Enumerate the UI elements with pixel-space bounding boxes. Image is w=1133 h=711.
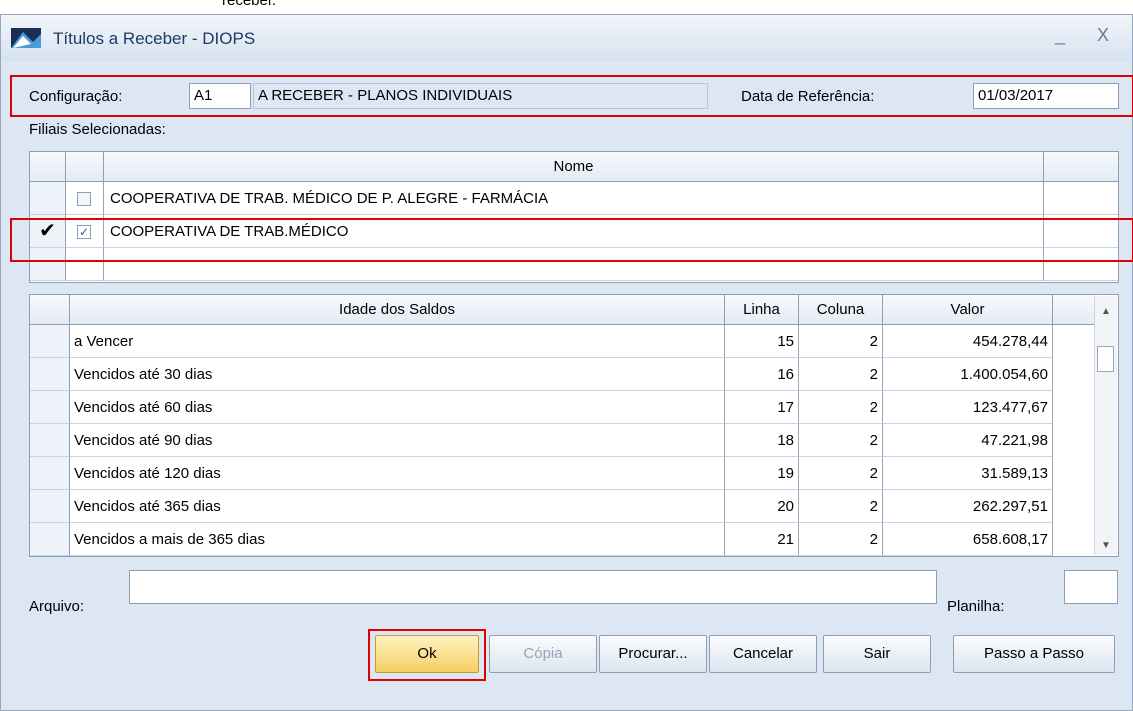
saldos-header-linha[interactable]: Linha	[725, 295, 799, 325]
planilha-label: Planilha:	[947, 598, 1005, 615]
filiais-row-extra	[1044, 182, 1118, 215]
saldo-coluna[interactable]: 2	[799, 391, 883, 424]
close-button[interactable]: X	[1097, 25, 1109, 46]
titulos-a-receber-window: Títulos a Receber - DIOPS _ X Configuraç…	[0, 14, 1133, 711]
saldos-header-indicator	[30, 295, 70, 325]
saldo-valor[interactable]: 1.400.054,60	[883, 358, 1053, 391]
saldo-coluna[interactable]: 2	[799, 358, 883, 391]
saldo-linha[interactable]: 18	[725, 424, 799, 457]
filial-name[interactable]: COOPERATIVA DE TRAB. MÉDICO DE P. ALEGRE…	[104, 182, 1044, 215]
saldo-idade[interactable]: a Vencer	[70, 325, 725, 358]
saldos-header-idade[interactable]: Idade dos Saldos	[70, 295, 725, 325]
saldo-linha[interactable]: 17	[725, 391, 799, 424]
saldos-row-indicator[interactable]	[30, 358, 70, 391]
selected-filial-highlight	[10, 218, 1133, 262]
filiais-row-check-cell	[66, 182, 104, 215]
saldo-coluna[interactable]: 2	[799, 457, 883, 490]
saldo-valor[interactable]: 47.221,98	[883, 424, 1053, 457]
saldos-row-indicator[interactable]	[30, 523, 70, 556]
filiais-grid: Nome COOPERATIVA DE TRAB. MÉDICO DE P. A…	[29, 151, 1119, 283]
saldos-row-indicator[interactable]	[30, 325, 70, 358]
config-description-field: A RECEBER - PLANOS INDIVIDUAIS	[253, 83, 708, 109]
cancelar-button[interactable]: Cancelar	[709, 635, 817, 673]
title-bar[interactable]: Títulos a Receber - DIOPS _ X	[1, 15, 1132, 61]
saldo-idade[interactable]: Vencidos até 365 dias	[70, 490, 725, 523]
filiais-header-extra	[1044, 152, 1118, 182]
scroll-thumb[interactable]	[1097, 346, 1114, 372]
saldos-header-extra	[1053, 295, 1097, 325]
saldos-grid: Idade dos Saldos Linha Coluna Valor a Ve…	[29, 294, 1119, 557]
saldo-idade[interactable]: Vencidos até 120 dias	[70, 457, 725, 490]
arquivo-label: Arquivo:	[29, 598, 85, 615]
saldo-idade[interactable]: Vencidos a mais de 365 dias	[70, 523, 725, 556]
sair-button[interactable]: Sair	[823, 635, 931, 673]
app-icon	[11, 28, 41, 52]
saldos-row-indicator[interactable]	[30, 490, 70, 523]
saldo-coluna[interactable]: 2	[799, 325, 883, 358]
filiais-row-indicator[interactable]	[30, 182, 66, 215]
saldo-coluna[interactable]: 2	[799, 523, 883, 556]
saldos-vertical-scrollbar[interactable]: ▲ ▼	[1094, 296, 1117, 555]
saldo-valor[interactable]: 658.608,17	[883, 523, 1053, 556]
planilha-field[interactable]	[1064, 570, 1118, 604]
saldo-valor[interactable]: 31.589,13	[883, 457, 1053, 490]
saldos-row-indicator[interactable]	[30, 391, 70, 424]
filiais-header-check	[66, 152, 104, 182]
saldo-coluna[interactable]: 2	[799, 424, 883, 457]
background-text-fragment: receber.	[222, 0, 277, 9]
config-code-field[interactable]: A1	[189, 83, 251, 109]
window-title: Títulos a Receber - DIOPS	[53, 29, 256, 48]
saldos-header-valor[interactable]: Valor	[883, 295, 1053, 325]
copia-button[interactable]: Cópia	[489, 635, 597, 673]
saldo-valor[interactable]: 454.278,44	[883, 325, 1053, 358]
saldo-coluna[interactable]: 2	[799, 490, 883, 523]
arquivo-field[interactable]	[129, 570, 937, 604]
procurar-button[interactable]: Procurar...	[599, 635, 707, 673]
saldo-idade[interactable]: Vencidos até 90 dias	[70, 424, 725, 457]
saldo-valor[interactable]: 123.477,67	[883, 391, 1053, 424]
saldo-linha[interactable]: 20	[725, 490, 799, 523]
filiais-header-nome[interactable]: Nome	[104, 152, 1044, 182]
saldo-linha[interactable]: 21	[725, 523, 799, 556]
saldo-idade[interactable]: Vencidos até 30 dias	[70, 358, 725, 391]
filiais-label: Filiais Selecionadas:	[29, 121, 166, 138]
passo-a-passo-button[interactable]: Passo a Passo	[953, 635, 1115, 673]
filial-checkbox[interactable]	[77, 192, 91, 206]
scroll-up-arrow-icon[interactable]: ▲	[1101, 306, 1111, 317]
saldos-row-indicator[interactable]	[30, 457, 70, 490]
saldos-row-indicator[interactable]	[30, 424, 70, 457]
config-label: Configuração:	[29, 88, 123, 105]
ref-date-field[interactable]: 01/03/2017	[973, 83, 1119, 109]
ok-button[interactable]: Ok	[375, 635, 479, 673]
saldo-linha[interactable]: 19	[725, 457, 799, 490]
saldos-header-coluna[interactable]: Coluna	[799, 295, 883, 325]
saldo-idade[interactable]: Vencidos até 60 dias	[70, 391, 725, 424]
saldo-linha[interactable]: 16	[725, 358, 799, 391]
saldo-linha[interactable]: 15	[725, 325, 799, 358]
saldo-valor[interactable]: 262.297,51	[883, 490, 1053, 523]
ref-date-label: Data de Referência:	[741, 88, 875, 105]
filiais-header-indicator	[30, 152, 66, 182]
scroll-down-arrow-icon[interactable]: ▼	[1101, 540, 1111, 551]
minimize-button[interactable]: _	[1055, 25, 1065, 46]
